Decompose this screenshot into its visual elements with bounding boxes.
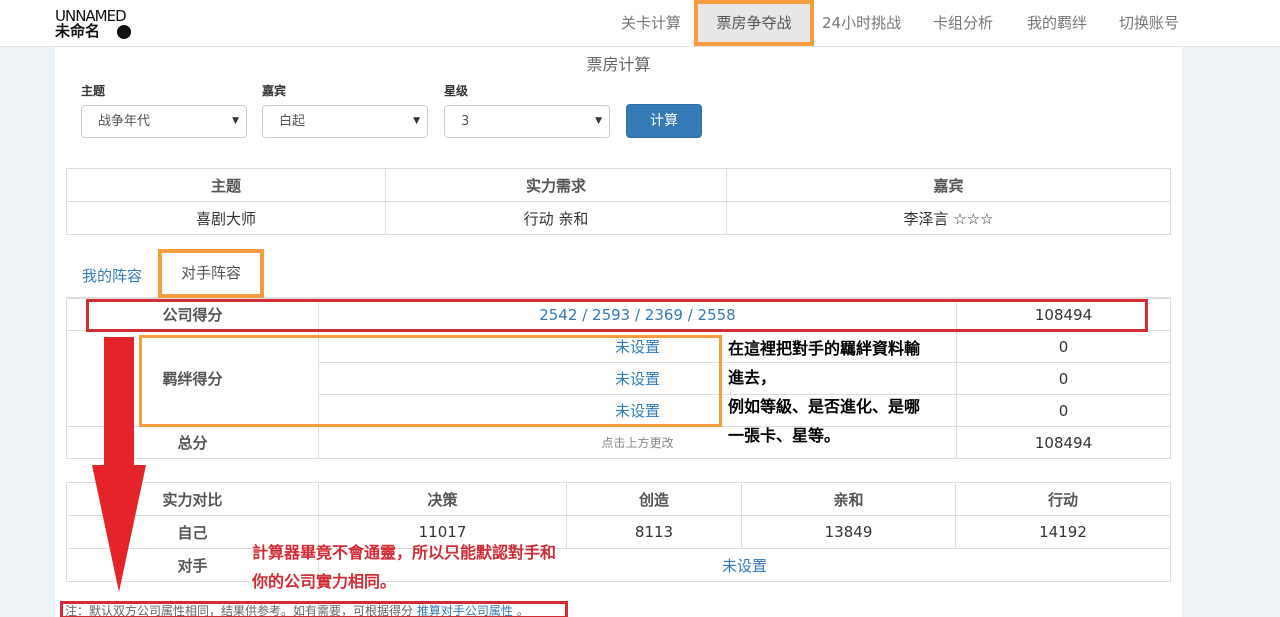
total-score-value: 108494 (956, 426, 1171, 459)
star-label: 星级 (444, 84, 469, 98)
logo-badge-icon (117, 25, 131, 39)
info-header-guest: 嘉宾 (726, 168, 1171, 202)
down-arrow-icon-shaft (104, 337, 134, 467)
tab-highlight-annotation: 对手阵容 (158, 249, 264, 298)
calculate-button[interactable]: 计算 (626, 104, 702, 138)
info-header-theme: 主题 (66, 168, 386, 202)
main-panel: 票房计算 主题 战争年代 ▼ 嘉宾 白起 ▼ 星级 3 ▼ 计算 主题 实力需求… (55, 47, 1182, 617)
theme-label: 主题 (81, 84, 106, 98)
power-header-action: 行动 (955, 482, 1171, 516)
down-arrow-icon (92, 465, 146, 592)
info-table: 主题 实力需求 嘉宾 喜剧大师 行动 亲和 李泽言 ☆☆☆ (66, 168, 1171, 235)
power-header-decision: 决策 (318, 482, 567, 516)
power-header-creation: 创造 (566, 482, 742, 516)
power-self-affinity: 13849 (741, 515, 956, 549)
guest-select[interactable]: 白起 ▼ (262, 105, 428, 138)
caret-down-icon: ▼ (232, 116, 239, 126)
bond-score-orange-box (139, 335, 722, 427)
nav-level-calc[interactable]: 关卡计算 (621, 0, 681, 47)
caret-down-icon: ▼ (413, 116, 420, 126)
power-annotation-text: 計算器畢竟不會通靈，所以只能默認對手和 你的公司實力相同。 (252, 538, 632, 596)
bond-annotation-line: 一張卡、星等。 (728, 426, 841, 445)
info-header-power: 实力需求 (385, 168, 727, 202)
info-cell-theme: 喜剧大师 (66, 201, 386, 235)
bond-annotation-line: 例如等級、是否進化、是哪 (728, 397, 921, 416)
theme-select-value: 战争年代 (98, 114, 151, 129)
nav-my-bonds[interactable]: 我的羁绊 (1027, 0, 1087, 47)
info-cell-guest: 李泽言 ☆☆☆ (726, 201, 1171, 235)
star-select[interactable]: 3 ▼ (444, 105, 610, 138)
guest-label: 嘉宾 (262, 84, 287, 98)
bond-annotation-line: 在這裡把對手的羈絆資料輸 (728, 339, 921, 358)
caret-down-icon: ▼ (595, 116, 602, 126)
star-select-value: 3 (461, 114, 470, 129)
site-logo[interactable]: UNNAMED 未命名 (55, 9, 133, 39)
power-annotation-line: 你的公司實力相同。 (252, 572, 397, 591)
bond-annotation-line: 進去， (728, 368, 777, 387)
bond-score-value: 0 (956, 394, 1171, 427)
logo-text-cn: 未命名 (55, 22, 101, 40)
top-navbar: UNNAMED 未命名 关卡计算 票房争夺战 24小时挑战 卡组分析 我的羁绊 … (0, 0, 1280, 47)
bond-score-value: 0 (956, 362, 1171, 395)
power-self-action: 14192 (955, 515, 1171, 549)
footnote-red-box (60, 601, 568, 617)
guest-select-value: 白起 (279, 114, 306, 129)
page-title: 票房计算 (586, 55, 651, 74)
power-header-affinity: 亲和 (741, 482, 956, 516)
nav-switch-account[interactable]: 切换账号 (1119, 0, 1179, 47)
nav-deck-analysis[interactable]: 卡组分析 (933, 0, 993, 47)
company-score-red-box (86, 299, 1148, 332)
tab-my-lineup[interactable]: 我的阵容 (82, 265, 142, 286)
nav-box-office[interactable]: 票房争夺战 (698, 4, 810, 42)
tab-opponent-lineup[interactable]: 对手阵容 (162, 253, 260, 294)
nav-highlight-annotation: 票房争夺战 (694, 0, 814, 46)
info-cell-power: 行动 亲和 (385, 201, 727, 235)
power-annotation-line: 計算器畢竟不會通靈，所以只能默認對手和 (252, 543, 557, 562)
bond-score-value: 0 (956, 330, 1171, 363)
bond-annotation-text: 在這裡把對手的羈絆資料輸 進去， 例如等級、是否進化、是哪 一張卡、星等。 (728, 334, 968, 450)
theme-select[interactable]: 战争年代 ▼ (81, 105, 247, 138)
nav-24h-challenge[interactable]: 24小时挑战 (822, 0, 901, 47)
